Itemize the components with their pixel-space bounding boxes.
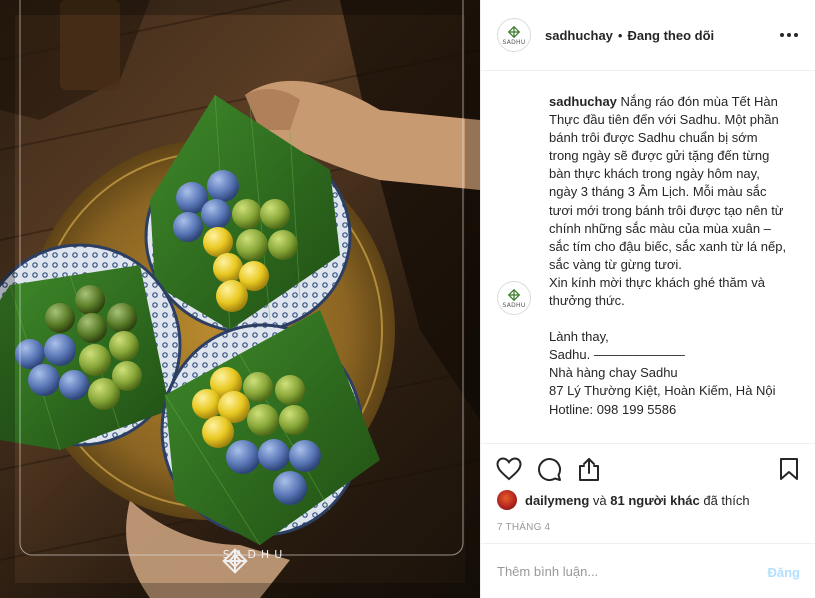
comment-bubble-icon [537,457,561,481]
header-separator: • [617,27,623,43]
caption-line: Nhà hàng chay Sadhu [549,365,678,381]
endless-knot-icon [507,25,521,38]
post-sidebar: SADHU sadhuchay • Đang theo dõi SADHU sa… [480,0,815,598]
heart-icon [496,457,522,481]
share-icon [579,457,599,481]
post-timestamp[interactable]: 7 THÁNG 4 [497,522,550,533]
action-icons-row [481,444,815,492]
caption-line: Xin kính mời thực khách ghé thăm và thưở… [549,274,765,309]
account-username[interactable]: sadhuchay [545,28,613,43]
like-button[interactable] [496,456,522,482]
likes-others-link[interactable]: 81 người khác [610,493,699,508]
post-caption: sadhuchay Nắng ráo đón mùa Tết Hàn Thực … [549,93,789,419]
post-photo[interactable]: SADHU [0,0,480,598]
endless-knot-icon [507,288,521,301]
follow-status-button[interactable]: Đang theo dõi [627,28,714,43]
comment-button[interactable] [536,456,562,482]
more-options-button[interactable] [778,24,800,46]
more-options-icon [780,33,798,37]
caption-text: Nắng ráo đón mùa Tết Hàn Thực đầu tiên đ… [549,94,787,272]
post-header: SADHU sadhuchay • Đang theo dõi [481,0,815,71]
avatar-brand-text: SADHU [502,38,526,46]
caption-avatar[interactable]: SADHU [497,281,531,315]
photo-watermark: SADHU [220,546,290,574]
photo-illustration [0,0,480,598]
first-liker-username[interactable]: dailymeng [525,493,589,508]
comment-form: Đăng [481,543,815,598]
likes-connector: và [589,492,611,508]
caption-line: Sadhu. ——————— [549,347,685,363]
likes-summary: dailymeng và 81 người khác đã thích [497,490,750,510]
post-actions: dailymeng và 81 người khác đã thích 7 TH… [481,443,815,533]
comments-section[interactable]: SADHU sadhuchay Nắng ráo đón mùa Tết Hàn… [481,71,815,443]
endless-knot-icon [222,548,248,574]
post-comment-button[interactable]: Đăng [768,565,801,580]
likes-suffix: đã thích [699,492,750,508]
comment-input[interactable] [497,563,747,579]
caption-line: Lành thay, [549,329,609,345]
avatar-brand-text: SADHU [502,301,526,309]
save-button[interactable] [776,456,802,482]
caption-username[interactable]: sadhuchay [549,94,617,109]
caption-line: Hotline: 098 199 5586 [549,401,677,417]
bookmark-icon [780,458,798,480]
liker-avatar[interactable] [497,490,517,510]
share-button[interactable] [576,456,602,482]
caption-line: 87 Lý Thường Kiệt, Hoàn Kiếm, Hà Nội [549,383,776,399]
caption-paragraph: sadhuchay Nắng ráo đón mùa Tết Hàn Thực … [549,93,789,274]
account-avatar[interactable]: SADHU [497,18,531,52]
